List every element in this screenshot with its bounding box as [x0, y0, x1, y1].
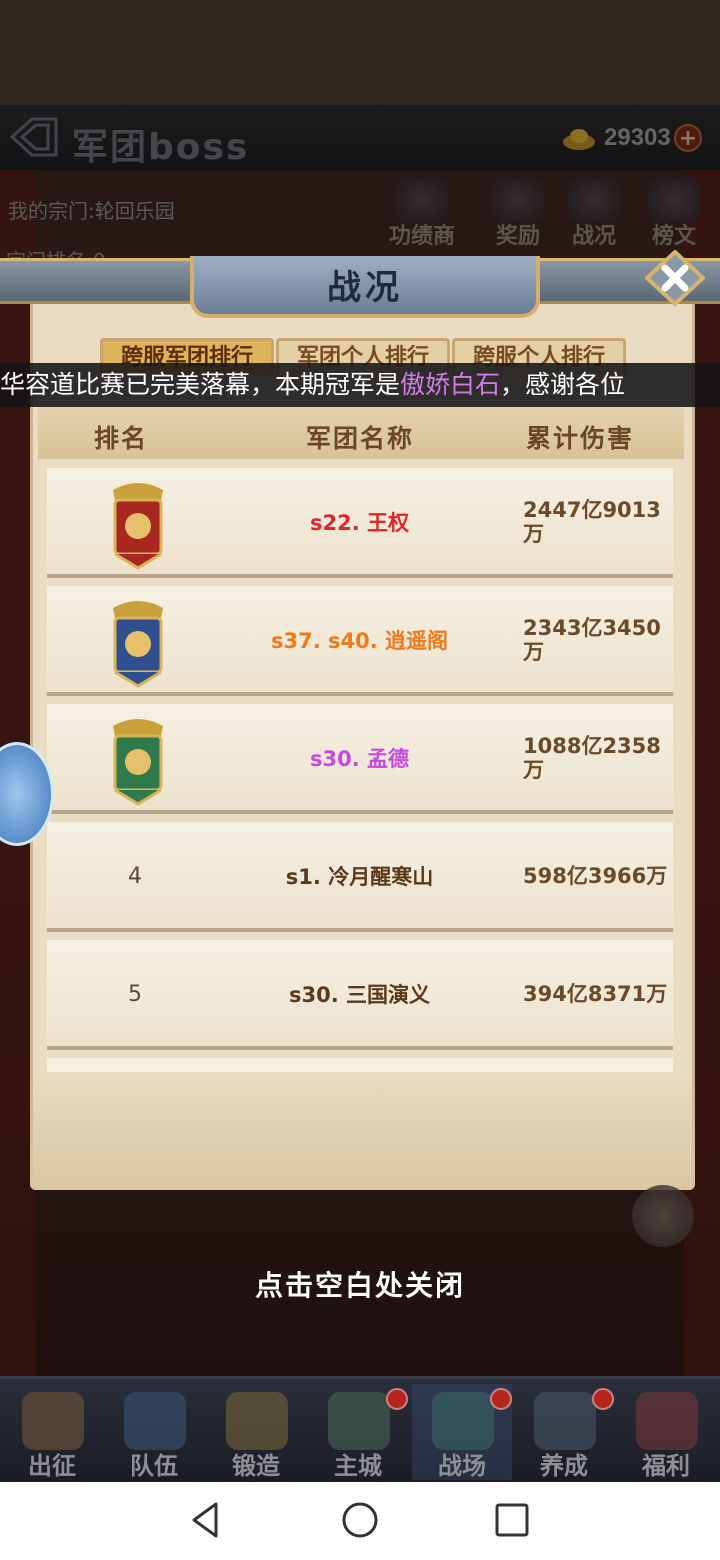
guild-name: s37. s40. 逍遥阁: [270, 629, 449, 653]
ranking-row: s37. s40. 逍遥阁 2343亿3450万: [47, 586, 673, 696]
rank-number: 4: [128, 864, 142, 889]
damage-value: 598亿3966万: [523, 864, 668, 888]
ranking-row: [47, 1058, 673, 1072]
develop-icon: [534, 1392, 596, 1450]
nav-item-develop[interactable]: 养成: [514, 1384, 614, 1480]
panel-title: 战况: [327, 268, 403, 308]
ranking-row: s22. 王权 2447亿9013万: [47, 468, 673, 578]
system-home-icon[interactable]: [340, 1500, 380, 1540]
close-hint[interactable]: 点击空白处关闭: [0, 1264, 720, 1304]
system-recents-icon[interactable]: [492, 1500, 532, 1540]
column-header-name: 军团名称: [306, 424, 415, 453]
guild-name: s1. 冷月醒寒山: [285, 865, 434, 889]
damage-value: 1088亿2358万: [523, 734, 661, 782]
rank-2-banner-icon: [113, 601, 163, 688]
ranking-list[interactable]: s22. 王权 2447亿9013万 s37. s40. 逍遥阁 2343亿34…: [47, 468, 673, 1072]
ranking-row: s30. 孟德 1088亿2358万: [47, 704, 673, 814]
return-arrow-icon[interactable]: [632, 1185, 694, 1247]
system-back-icon[interactable]: [186, 1500, 226, 1540]
nav-item-battlefield[interactable]: 战场: [412, 1384, 512, 1480]
nav-label: 出征: [28, 1452, 76, 1480]
nav-label: 队伍: [130, 1452, 178, 1480]
ranking-row: 5 s30. 三国演义 394亿8371万: [47, 940, 673, 1050]
rank-1-banner-icon: [113, 483, 163, 570]
nav-item-team[interactable]: 队伍: [104, 1384, 204, 1480]
announcement-marquee: 华容道比赛已完美落幕，本期冠军是傲娇白石，感谢各位: [0, 363, 720, 407]
marquee-text: ，感谢各位: [500, 370, 626, 399]
guild-name: s30. 孟德: [309, 747, 409, 771]
city-icon: [328, 1392, 390, 1450]
nav-label: 主城: [334, 1452, 382, 1480]
nav-label: 福利: [642, 1452, 690, 1480]
nav-label: 战场: [438, 1452, 486, 1480]
close-icon[interactable]: [645, 250, 705, 306]
notification-dot: [386, 1388, 408, 1410]
ranking-row: 4 s1. 冷月醒寒山 598亿3966万: [47, 822, 673, 932]
guild-name: s30. 三国演义: [288, 983, 430, 1007]
column-header-rank: 排名: [94, 424, 149, 453]
welfare-icon: [636, 1392, 698, 1450]
nav-item-main-city[interactable]: 主城: [308, 1384, 408, 1480]
damage-value: 2343亿3450万: [523, 616, 661, 664]
damage-value: 394亿8371万: [523, 982, 668, 1006]
team-icon: [124, 1392, 186, 1450]
battle-icon: [22, 1392, 84, 1450]
nav-item-expedition[interactable]: 出征: [2, 1384, 102, 1480]
marquee-highlight: 傲娇白石: [400, 370, 501, 399]
guild-name: s22. 王权: [309, 511, 409, 535]
nav-item-forge[interactable]: 锻造: [206, 1384, 306, 1480]
nav-label: 锻造: [232, 1452, 280, 1480]
column-header-damage: 累计伤害: [526, 424, 635, 453]
rank-3-banner-icon: [113, 719, 163, 806]
notification-dot: [592, 1388, 614, 1410]
marquee-text: 华容道比赛已完美落幕，本期冠军是: [0, 370, 401, 399]
battlefield-icon: [432, 1392, 494, 1450]
nav-label: 养成: [540, 1452, 588, 1480]
rank-number: 5: [128, 982, 142, 1007]
notification-dot: [490, 1388, 512, 1410]
forge-icon: [226, 1392, 288, 1450]
nav-item-welfare[interactable]: 福利: [616, 1384, 716, 1480]
damage-value: 2447亿9013万: [523, 498, 661, 546]
table-header: 排名 军团名称 累计伤害: [38, 407, 684, 459]
